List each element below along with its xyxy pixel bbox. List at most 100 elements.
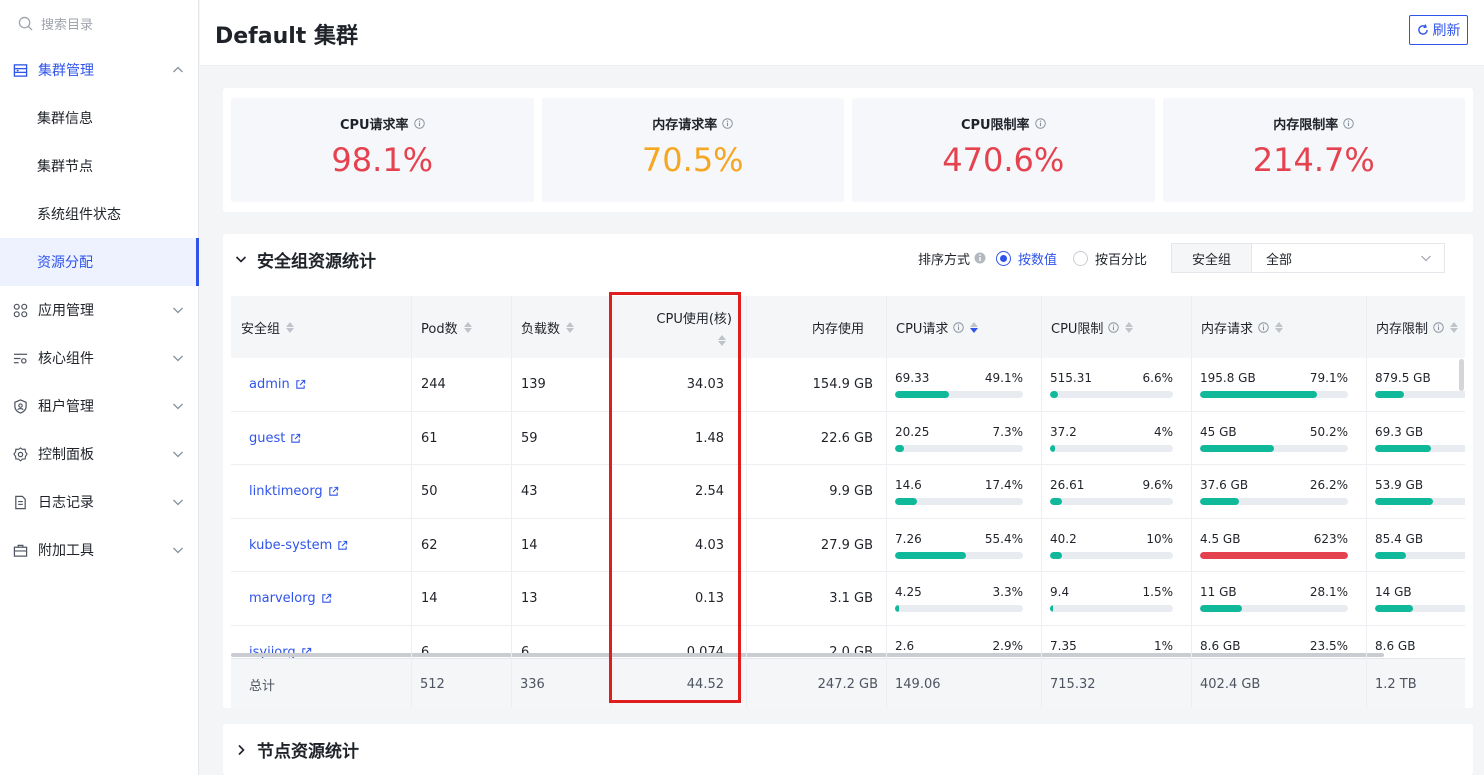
sort-icon[interactable] bbox=[566, 321, 575, 333]
column-header-label: 内存使用 bbox=[811, 321, 864, 337]
apps-icon bbox=[12, 302, 28, 318]
nav-group-dashboard[interactable]: 控制面板 bbox=[0, 430, 198, 478]
sort-icon[interactable] bbox=[286, 321, 295, 333]
cluster-icon bbox=[12, 62, 28, 78]
catalog-search[interactable]: 搜索目录 bbox=[0, 0, 198, 46]
sort-icon[interactable] bbox=[463, 321, 472, 333]
metric-cell: 515.31 6.6% bbox=[1050, 358, 1173, 411]
horizontal-scrollbar[interactable] bbox=[231, 653, 1384, 657]
link-text: marvelorg bbox=[249, 591, 316, 606]
metric-value: 26.61 bbox=[1050, 478, 1085, 492]
column-header[interactable]: 负载数 bbox=[511, 296, 611, 358]
metric-value: 37.2 bbox=[1050, 424, 1077, 439]
metric-cell: 40.2 10% bbox=[1050, 519, 1173, 572]
column-header[interactable]: CPU请求 bbox=[886, 296, 1041, 358]
filter-list-icon bbox=[12, 350, 28, 366]
cell-name: admin bbox=[249, 358, 306, 411]
metric-value: 45 GB bbox=[1200, 424, 1237, 439]
sort-by-value-label[interactable]: 按数值 bbox=[1018, 249, 1057, 268]
metric-percent: 23.5% bbox=[1309, 638, 1348, 653]
metric-cell: 69.3 GB bbox=[1375, 412, 1465, 465]
metric-percent: 1.5% bbox=[1142, 585, 1174, 599]
column-header[interactable]: 内存使用 bbox=[746, 296, 886, 358]
external-link-icon[interactable] bbox=[290, 433, 301, 444]
cell-pods: 50 bbox=[421, 484, 438, 499]
column-header[interactable]: CPU限制 bbox=[1041, 296, 1191, 358]
progress-bar bbox=[895, 444, 1023, 452]
column-header-label: 内存请求 bbox=[1201, 321, 1254, 337]
refresh-label: 刷新 bbox=[1432, 23, 1461, 39]
cell-name: marvelorg bbox=[249, 572, 332, 625]
radio-sort-value[interactable] bbox=[995, 250, 1011, 266]
footer-cell: 1.2 TB bbox=[1375, 676, 1417, 692]
nav-group-tenants[interactable]: 租户管理 bbox=[0, 382, 198, 430]
section-title: 安全组资源统计 bbox=[257, 251, 376, 272]
column-header[interactable]: 内存请求 bbox=[1191, 296, 1366, 358]
column-divider bbox=[746, 296, 747, 708]
refresh-button[interactable]: 刷新 bbox=[1409, 15, 1468, 45]
chevron-right-icon[interactable] bbox=[235, 744, 247, 756]
progress-bar bbox=[1375, 605, 1465, 612]
security-group-link[interactable]: marvelorg bbox=[249, 591, 332, 606]
stat-title: 内存请求率 bbox=[542, 114, 845, 133]
column-header-label: CPU限制 bbox=[1051, 321, 1104, 337]
column-header[interactable]: 安全组 bbox=[231, 296, 411, 358]
nav-group-core[interactable]: 核心组件 bbox=[0, 334, 198, 382]
stats-panel: CPU请求率 98.1% 内存请求率 70.5% CPU限制率 470.6% 内存限制… bbox=[223, 88, 1473, 212]
column-header[interactable]: CPU使用(核) bbox=[611, 296, 746, 358]
footer-cell: 总计 bbox=[249, 678, 276, 694]
cell-cpu-usage: 34.03 bbox=[686, 377, 724, 392]
search-placeholder: 搜索目录 bbox=[41, 17, 94, 33]
nav-item-cluster-info[interactable]: 集群信息 bbox=[0, 94, 198, 142]
nav-group-cluster[interactable]: 集群管理 bbox=[0, 46, 198, 94]
metric-value: 4.25 bbox=[895, 585, 922, 599]
sort-by-percent-label[interactable]: 按百分比 bbox=[1095, 249, 1147, 268]
stat-title-text: 内存限制率 bbox=[1273, 118, 1339, 133]
external-link-icon[interactable] bbox=[337, 540, 348, 551]
metric-percent: 10% bbox=[1146, 531, 1173, 546]
metric-cell: 14 GB bbox=[1375, 572, 1465, 625]
radio-sort-percent[interactable] bbox=[1072, 250, 1088, 266]
external-link-icon[interactable] bbox=[328, 486, 339, 497]
metric-percent: 623% bbox=[1313, 531, 1348, 546]
metric-percent: 9.6% bbox=[1142, 478, 1174, 492]
security-group-select[interactable]: 全部 bbox=[1252, 244, 1444, 272]
document-icon bbox=[12, 494, 28, 510]
column-header[interactable]: Pod数 bbox=[411, 296, 511, 358]
cell-workloads: 139 bbox=[521, 377, 546, 392]
metric-percent: 79.1% bbox=[1309, 371, 1348, 385]
metric-percent: 28.1% bbox=[1309, 585, 1348, 599]
link-text: guest bbox=[249, 430, 286, 446]
nav-group-apps[interactable]: 应用管理 bbox=[0, 286, 198, 334]
nav-item-component-status[interactable]: 系统组件状态 bbox=[0, 190, 198, 238]
column-header-label: Pod数 bbox=[421, 321, 458, 337]
node-resource-section[interactable]: 节点资源统计 bbox=[223, 724, 1473, 775]
security-group-link[interactable]: guest bbox=[249, 431, 301, 446]
sort-icon[interactable] bbox=[718, 335, 726, 346]
metric-percent: 26.2% bbox=[1309, 478, 1348, 492]
nav-item-resource-allocation[interactable]: 资源分配 bbox=[0, 238, 199, 286]
column-header[interactable]: 内存限制 bbox=[1366, 296, 1465, 358]
security-group-link[interactable]: kube-system bbox=[249, 538, 348, 553]
sort-icon[interactable] bbox=[970, 321, 979, 333]
nav-group-tools[interactable]: 附加工具 bbox=[0, 526, 198, 574]
security-group-filter: 安全组 全部 bbox=[1171, 243, 1445, 273]
nav-group-logs[interactable]: 日志记录 bbox=[0, 478, 198, 526]
nav-group-label: 日志记录 bbox=[38, 495, 94, 511]
metric-cell: 4.5 GB 623% bbox=[1200, 519, 1348, 572]
security-group-link[interactable]: linktimeorg bbox=[249, 484, 339, 499]
external-link-icon[interactable] bbox=[295, 379, 306, 390]
security-group-link[interactable]: admin bbox=[249, 377, 306, 392]
metric-percent: 4% bbox=[1153, 424, 1173, 439]
column-divider bbox=[411, 296, 412, 708]
sort-icon[interactable] bbox=[1450, 321, 1459, 333]
sort-icon[interactable] bbox=[1275, 321, 1284, 333]
footer-cell: 715.32 bbox=[1050, 676, 1096, 692]
progress-bar bbox=[1200, 605, 1348, 612]
sort-icon[interactable] bbox=[1125, 321, 1134, 333]
vertical-scrollbar[interactable] bbox=[1459, 359, 1464, 391]
metric-value: 8.6 GB bbox=[1375, 638, 1416, 653]
chevron-down-icon[interactable] bbox=[235, 253, 247, 265]
external-link-icon[interactable] bbox=[321, 593, 332, 604]
nav-item-cluster-nodes[interactable]: 集群节点 bbox=[0, 142, 198, 190]
